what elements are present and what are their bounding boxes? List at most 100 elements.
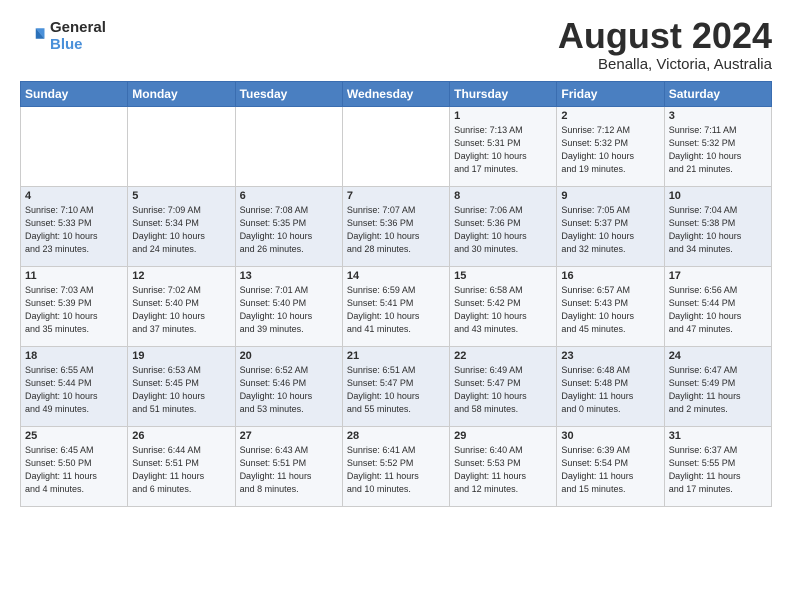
day-number: 17 [669, 270, 767, 282]
day-info: Sunrise: 7:13 AM Sunset: 5:31 PM Dayligh… [454, 124, 552, 176]
week-row-1: 1 Sunrise: 7:13 AM Sunset: 5:31 PM Daylig… [21, 106, 772, 186]
day-info: Sunrise: 7:07 AM Sunset: 5:36 PM Dayligh… [347, 204, 445, 256]
day-number: 9 [561, 190, 659, 202]
day-cell: 1 Sunrise: 7:13 AM Sunset: 5:31 PM Daylig… [450, 106, 557, 186]
day-cell: 17 Sunrise: 6:56 AM Sunset: 5:44 PM Dayli… [664, 266, 771, 346]
week-row-4: 18Sunrise: 6:55 AM Sunset: 5:44 PM Dayli… [21, 346, 772, 426]
day-number: 26 [132, 430, 230, 442]
logo-text: General Blue [50, 20, 106, 53]
week-row-5: 25Sunrise: 6:45 AM Sunset: 5:50 PM Dayli… [21, 426, 772, 506]
day-info: Sunrise: 7:05 AM Sunset: 5:37 PM Dayligh… [561, 204, 659, 256]
calendar-table: Sunday Monday Tuesday Wednesday Thursday… [20, 81, 772, 507]
day-info: Sunrise: 6:39 AM Sunset: 5:54 PM Dayligh… [561, 444, 659, 496]
day-cell: 24 Sunrise: 6:47 AM Sunset: 5:49 PM Dayli… [664, 346, 771, 426]
day-number: 28 [347, 430, 445, 442]
day-cell: 31 Sunrise: 6:37 AM Sunset: 5:55 PM Dayli… [664, 426, 771, 506]
day-cell: 20Sunrise: 6:52 AM Sunset: 5:46 PM Dayli… [235, 346, 342, 426]
day-cell: 6 Sunrise: 7:08 AM Sunset: 5:35 PM Daylig… [235, 186, 342, 266]
day-cell: 11 Sunrise: 7:03 AM Sunset: 5:39 PM Dayli… [21, 266, 128, 346]
calendar-title: August 2024 [558, 16, 772, 56]
col-friday: Friday [557, 81, 664, 106]
week-row-3: 11 Sunrise: 7:03 AM Sunset: 5:39 PM Dayli… [21, 266, 772, 346]
day-cell [21, 106, 128, 186]
day-info: Sunrise: 7:06 AM Sunset: 5:36 PM Dayligh… [454, 204, 552, 256]
day-cell [342, 106, 449, 186]
logo-icon [20, 23, 48, 51]
day-number: 19 [132, 350, 230, 362]
header: General Blue August 2024 Benalla, Victor… [20, 16, 772, 73]
day-cell: 7 Sunrise: 7:07 AM Sunset: 5:36 PM Daylig… [342, 186, 449, 266]
day-info: Sunrise: 6:43 AM Sunset: 5:51 PM Dayligh… [240, 444, 338, 496]
day-number: 4 [25, 190, 123, 202]
day-cell: 22 Sunrise: 6:49 AM Sunset: 5:47 PM Dayli… [450, 346, 557, 426]
calendar-body: 1 Sunrise: 7:13 AM Sunset: 5:31 PM Daylig… [21, 106, 772, 506]
day-cell [128, 106, 235, 186]
day-info: Sunrise: 7:08 AM Sunset: 5:35 PM Dayligh… [240, 204, 338, 256]
day-info: Sunrise: 6:41 AM Sunset: 5:52 PM Dayligh… [347, 444, 445, 496]
day-number: 23 [561, 350, 659, 362]
day-info: Sunrise: 6:55 AM Sunset: 5:44 PM Dayligh… [25, 364, 123, 416]
day-cell: 15 Sunrise: 6:58 AM Sunset: 5:42 PM Dayli… [450, 266, 557, 346]
col-sunday: Sunday [21, 81, 128, 106]
day-info: Sunrise: 7:12 AM Sunset: 5:32 PM Dayligh… [561, 124, 659, 176]
day-number: 25 [25, 430, 123, 442]
day-number: 22 [454, 350, 552, 362]
day-cell: 5 Sunrise: 7:09 AM Sunset: 5:34 PM Daylig… [128, 186, 235, 266]
day-cell: 28 Sunrise: 6:41 AM Sunset: 5:52 PM Dayli… [342, 426, 449, 506]
day-info: Sunrise: 7:09 AM Sunset: 5:34 PM Dayligh… [132, 204, 230, 256]
day-number: 14 [347, 270, 445, 282]
day-cell: 29 Sunrise: 6:40 AM Sunset: 5:53 PM Dayli… [450, 426, 557, 506]
day-info: Sunrise: 6:57 AM Sunset: 5:43 PM Dayligh… [561, 284, 659, 336]
calendar-subtitle: Benalla, Victoria, Australia [558, 56, 772, 73]
day-info: Sunrise: 6:47 AM Sunset: 5:49 PM Dayligh… [669, 364, 767, 416]
day-number: 12 [132, 270, 230, 282]
title-block: August 2024 Benalla, Victoria, Australia [558, 16, 772, 73]
day-info: Sunrise: 6:37 AM Sunset: 5:55 PM Dayligh… [669, 444, 767, 496]
day-cell: 2Sunrise: 7:12 AM Sunset: 5:32 PM Daylig… [557, 106, 664, 186]
day-number: 21 [347, 350, 445, 362]
day-number: 29 [454, 430, 552, 442]
day-cell: 18Sunrise: 6:55 AM Sunset: 5:44 PM Dayli… [21, 346, 128, 426]
day-info: Sunrise: 7:01 AM Sunset: 5:40 PM Dayligh… [240, 284, 338, 336]
col-wednesday: Wednesday [342, 81, 449, 106]
day-number: 1 [454, 110, 552, 122]
header-row: Sunday Monday Tuesday Wednesday Thursday… [21, 81, 772, 106]
day-info: Sunrise: 7:04 AM Sunset: 5:38 PM Dayligh… [669, 204, 767, 256]
day-number: 15 [454, 270, 552, 282]
day-number: 27 [240, 430, 338, 442]
day-cell: 16 Sunrise: 6:57 AM Sunset: 5:43 PM Dayli… [557, 266, 664, 346]
day-cell: 26Sunrise: 6:44 AM Sunset: 5:51 PM Dayli… [128, 426, 235, 506]
day-cell: 19 Sunrise: 6:53 AM Sunset: 5:45 PM Dayli… [128, 346, 235, 426]
col-saturday: Saturday [664, 81, 771, 106]
day-info: Sunrise: 6:48 AM Sunset: 5:48 PM Dayligh… [561, 364, 659, 416]
day-info: Sunrise: 6:53 AM Sunset: 5:45 PM Dayligh… [132, 364, 230, 416]
col-monday: Monday [128, 81, 235, 106]
day-info: Sunrise: 6:40 AM Sunset: 5:53 PM Dayligh… [454, 444, 552, 496]
day-info: Sunrise: 6:51 AM Sunset: 5:47 PM Dayligh… [347, 364, 445, 416]
page: General Blue August 2024 Benalla, Victor… [0, 0, 792, 517]
day-number: 3 [669, 110, 767, 122]
day-cell: 23 Sunrise: 6:48 AM Sunset: 5:48 PM Dayli… [557, 346, 664, 426]
day-cell: 8Sunrise: 7:06 AM Sunset: 5:36 PM Daylig… [450, 186, 557, 266]
day-number: 5 [132, 190, 230, 202]
day-cell [235, 106, 342, 186]
day-number: 6 [240, 190, 338, 202]
day-info: Sunrise: 6:56 AM Sunset: 5:44 PM Dayligh… [669, 284, 767, 336]
day-info: Sunrise: 6:58 AM Sunset: 5:42 PM Dayligh… [454, 284, 552, 336]
day-info: Sunrise: 7:03 AM Sunset: 5:39 PM Dayligh… [25, 284, 123, 336]
day-cell: 12Sunrise: 7:02 AM Sunset: 5:40 PM Dayli… [128, 266, 235, 346]
day-number: 11 [25, 270, 123, 282]
day-info: Sunrise: 7:11 AM Sunset: 5:32 PM Dayligh… [669, 124, 767, 176]
day-cell: 30Sunrise: 6:39 AM Sunset: 5:54 PM Dayli… [557, 426, 664, 506]
col-thursday: Thursday [450, 81, 557, 106]
day-cell: 10Sunrise: 7:04 AM Sunset: 5:38 PM Dayli… [664, 186, 771, 266]
day-info: Sunrise: 6:52 AM Sunset: 5:46 PM Dayligh… [240, 364, 338, 416]
day-number: 31 [669, 430, 767, 442]
day-info: Sunrise: 6:49 AM Sunset: 5:47 PM Dayligh… [454, 364, 552, 416]
day-number: 7 [347, 190, 445, 202]
day-cell: 4Sunrise: 7:10 AM Sunset: 5:33 PM Daylig… [21, 186, 128, 266]
day-info: Sunrise: 6:59 AM Sunset: 5:41 PM Dayligh… [347, 284, 445, 336]
day-number: 24 [669, 350, 767, 362]
day-cell: 27 Sunrise: 6:43 AM Sunset: 5:51 PM Dayli… [235, 426, 342, 506]
day-number: 16 [561, 270, 659, 282]
